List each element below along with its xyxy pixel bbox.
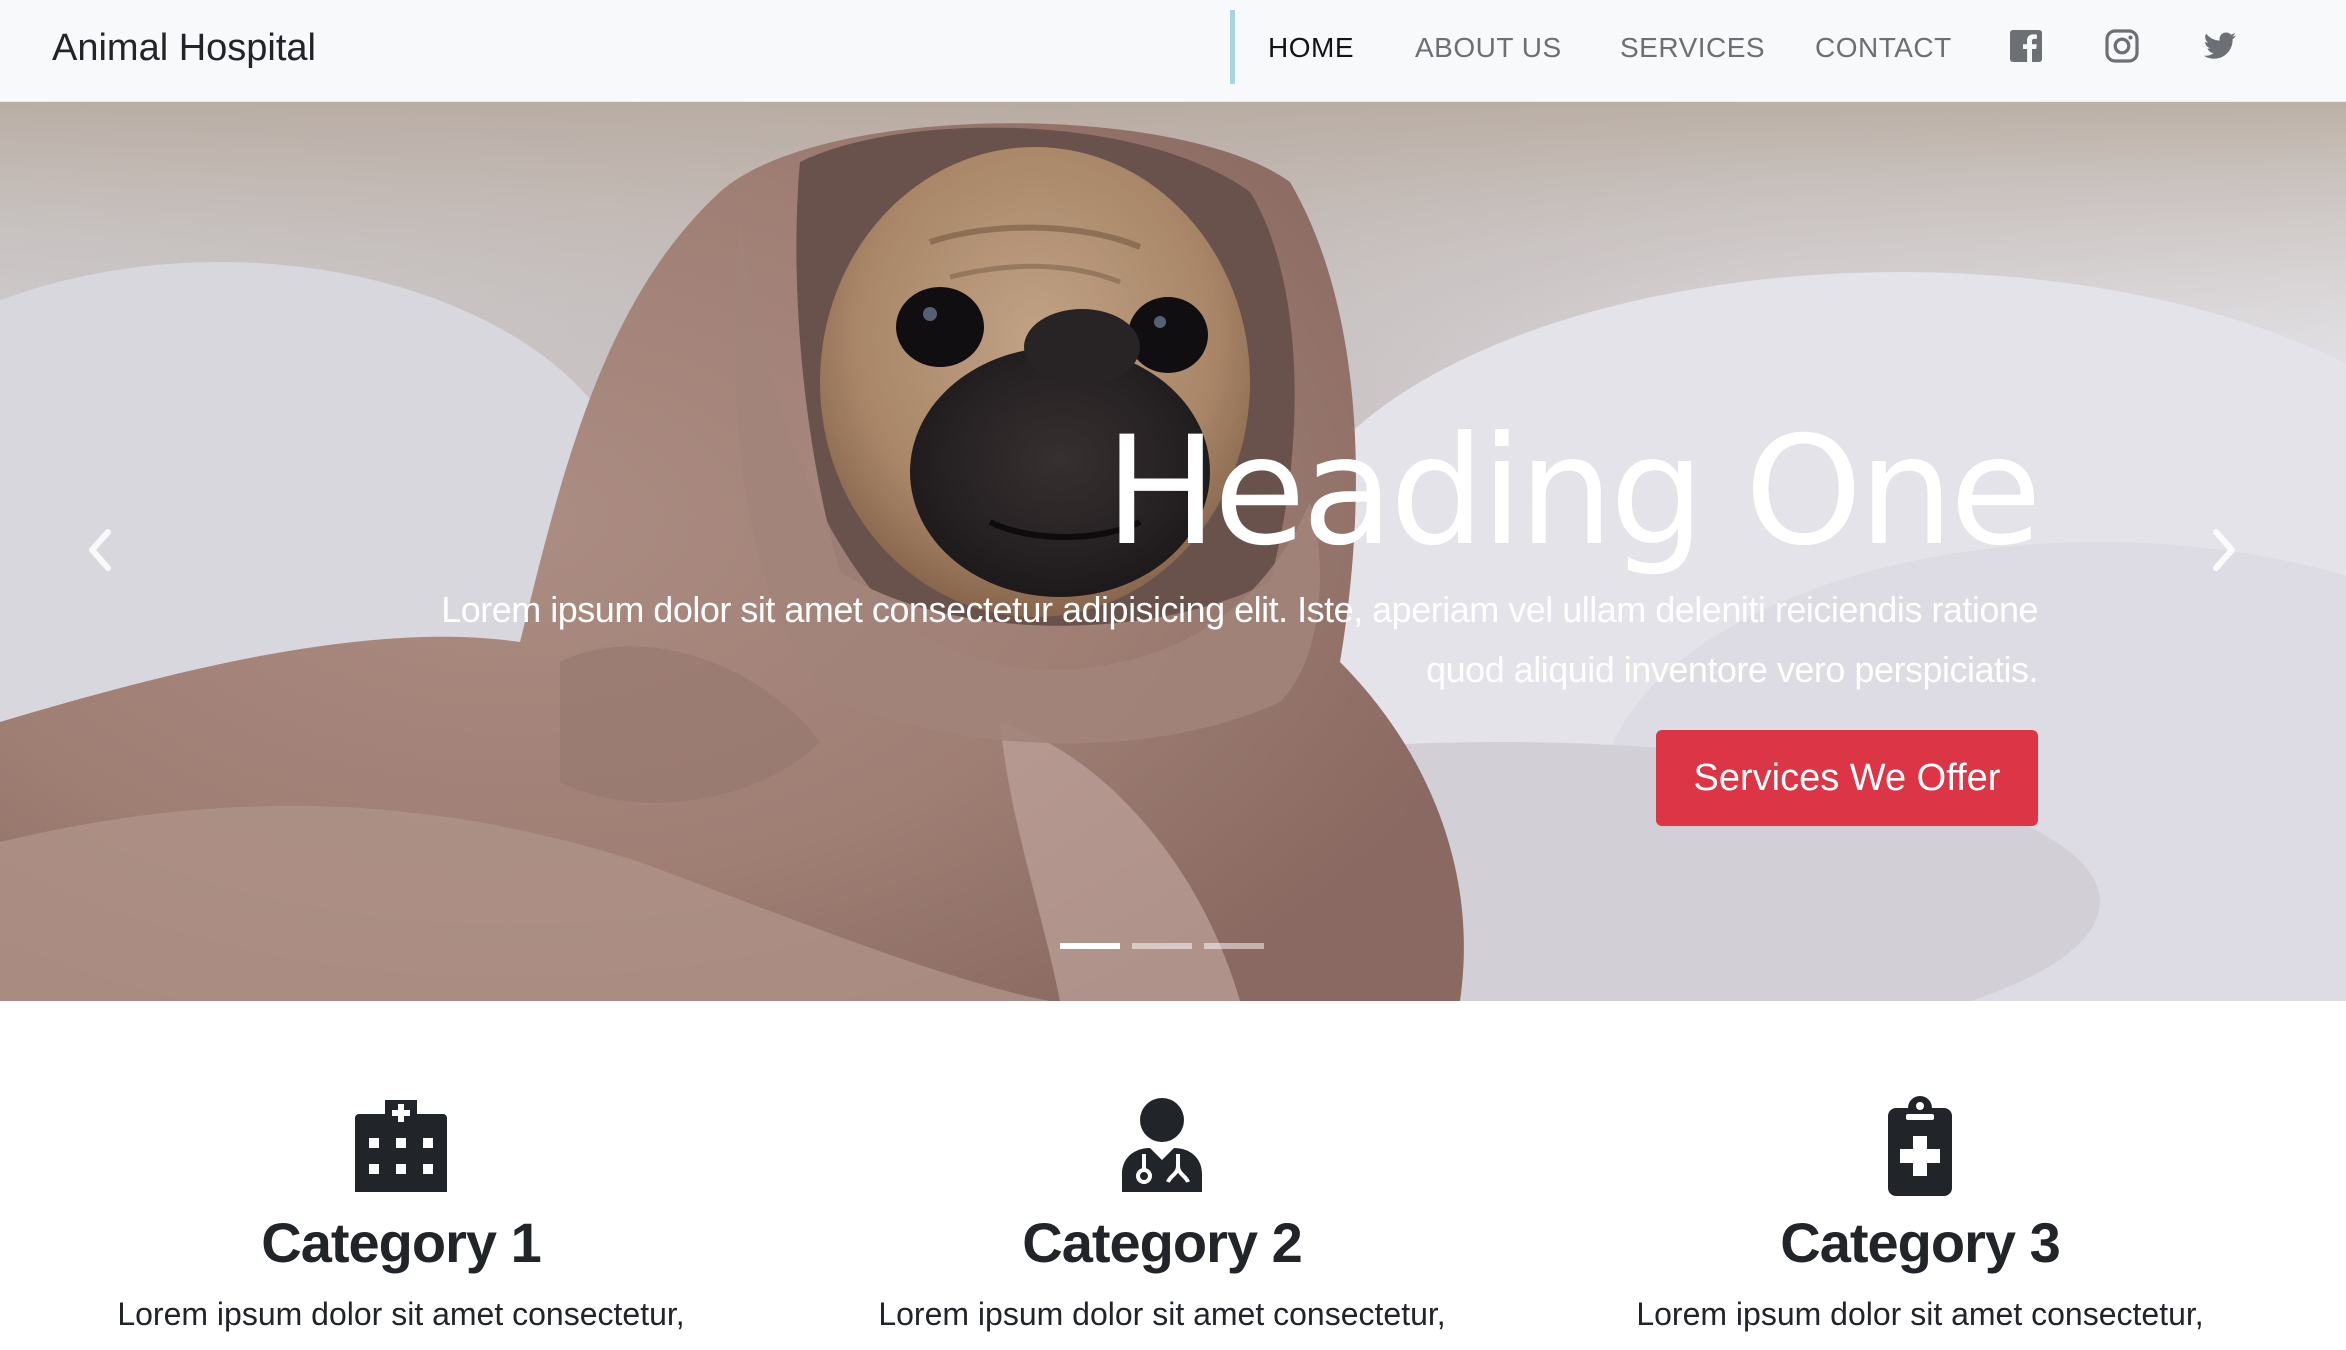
- doctor-icon: [1112, 1096, 1212, 1196]
- category-title: Category 1: [261, 1211, 541, 1274]
- carousel-indicator-1[interactable]: [1060, 943, 1120, 949]
- nav-link-about-us[interactable]: ABOUT US: [1415, 28, 1562, 68]
- services-we-offer-button[interactable]: Services We Offer: [1656, 730, 2038, 826]
- nav-divider: [1230, 10, 1235, 84]
- category-text: Lorem ipsum dolor sit amet consectetur,: [117, 1296, 685, 1332]
- nav-link-home[interactable]: HOME: [1268, 28, 1354, 68]
- carousel-indicator-3[interactable]: [1204, 943, 1264, 949]
- hospital-icon: [351, 1096, 451, 1196]
- clipboard-medical-icon: [1870, 1096, 1970, 1196]
- hero-carousel: Heading One Lorem ipsum dolor sit amet c…: [0, 102, 2346, 1001]
- twitter-icon[interactable]: [2202, 28, 2238, 64]
- category-title: Category 3: [1780, 1211, 2060, 1274]
- instagram-icon[interactable]: [2104, 28, 2140, 64]
- category-text: Lorem ipsum dolor sit amet consectetur,: [878, 1296, 1446, 1332]
- carousel-next-arrow[interactable]: [2204, 522, 2244, 578]
- nav-link-contact[interactable]: CONTACT: [1815, 28, 1952, 68]
- carousel-prev-arrow[interactable]: [80, 522, 120, 578]
- category-card-3: Category 3 Lorem ipsum dolor sit amet co…: [1540, 1096, 2300, 1350]
- brand-logo[interactable]: Animal Hospital: [52, 22, 316, 74]
- carousel-indicator-2[interactable]: [1132, 943, 1192, 949]
- category-text: Lorem ipsum dolor sit amet consectetur,: [1636, 1296, 2204, 1332]
- hero-heading: Heading One: [1104, 405, 2042, 579]
- carousel-indicators: [1060, 943, 1270, 949]
- facebook-icon[interactable]: [2008, 28, 2044, 64]
- category-card-2: Category 2 Lorem ipsum dolor sit amet co…: [782, 1096, 1542, 1350]
- navbar: Animal Hospital HOME ABOUT US SERVICES C…: [0, 0, 2346, 102]
- hero-text: Lorem ipsum dolor sit amet consectetur a…: [441, 589, 2038, 690]
- nav-link-services[interactable]: SERVICES: [1620, 28, 1765, 68]
- category-card-1: Category 1 Lorem ipsum dolor sit amet co…: [21, 1096, 781, 1350]
- category-title: Category 2: [1022, 1211, 1302, 1274]
